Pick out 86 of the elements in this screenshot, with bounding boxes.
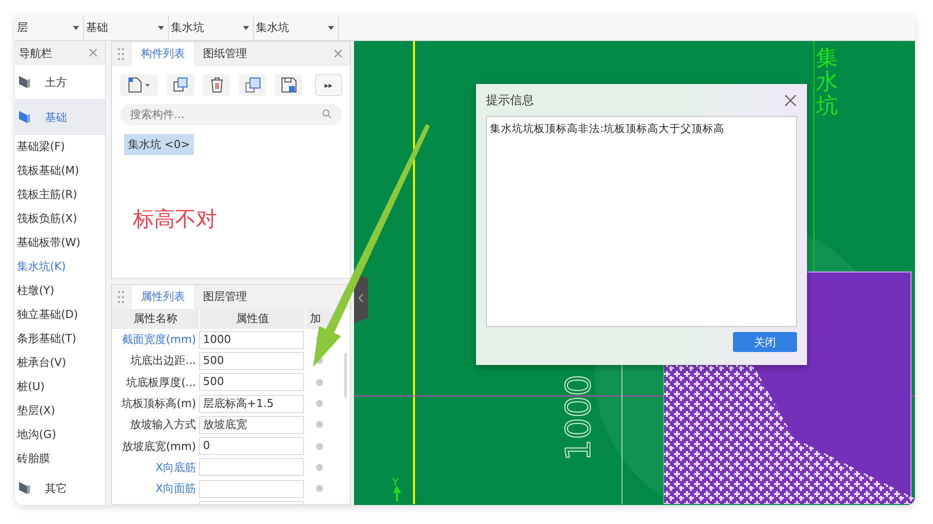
nav-item[interactable]: 条形基础(T) [15,327,105,352]
dimension-text: 1000 [559,374,599,461]
scrollbar[interactable] [344,353,347,398]
value-field[interactable]: 500 [199,373,304,392]
nav-item[interactable]: 筏板负筋(X) [15,207,105,232]
nav-item[interactable]: 砖胎膜 [15,447,105,472]
property-name: X向面筋 [154,481,197,496]
value-field[interactable] [199,458,304,476]
canvas-label: 集水坑 [816,46,838,121]
caret-icon [158,26,164,30]
column-header: 属性值 [200,309,306,329]
column-header: 属性名称 [112,309,200,329]
value-field[interactable]: 1000 [199,330,304,349]
nav-item[interactable]: 地沟(G) [15,423,105,448]
value-field[interactable]: 0 [199,437,304,456]
layer-dropdown[interactable]: 集水坑 [169,15,254,40]
nav-item[interactable]: 桩(U) [15,375,105,400]
caret-icon [145,84,150,86]
message-text: 集水坑坑板顶标高非法:坑板顶标高大于父顶标高 [490,123,725,135]
nav-item[interactable]: 基础梁(F) [15,135,105,160]
property-name: 截面宽度(mm) [120,332,197,348]
layers-icon [244,77,260,93]
dot-icon [316,400,322,408]
layer-dropdown[interactable]: 层 [15,15,84,40]
collapse-handle[interactable] [354,273,368,323]
dot-icon [316,378,322,386]
search-icon [322,109,332,119]
save-icon [280,77,296,93]
y-axis-icon [393,486,401,502]
panel-title: 导航栏 [19,46,52,61]
value-field[interactable]: 层底标高+1.5 [199,394,304,413]
dot-icon [316,442,322,450]
layer-icon [17,74,31,90]
nav-item[interactable]: 筏板基础(M) [15,159,105,184]
dialog-title: 提示信息 [486,92,534,108]
copy-button[interactable] [167,74,194,96]
caret-icon [243,26,249,30]
drag-handle-icon[interactable] [118,291,124,303]
dot-icon [316,421,322,428]
layer-icon [17,109,31,126]
nav-group[interactable]: 土方 [15,65,105,100]
nav-group[interactable]: 基础 [15,99,105,136]
property-name: 坑底出边距... [130,353,197,368]
copy-icon [172,77,188,93]
caret-icon [73,26,79,30]
trash-icon [210,77,224,93]
nav-item[interactable]: 基础板带(W) [15,231,105,256]
caret-icon [328,26,334,30]
value-field[interactable]: 放坡底宽 [199,416,304,434]
component-item[interactable]: 集水坑 <0> [124,134,194,155]
close-icon[interactable] [785,94,796,106]
value-field[interactable] [199,480,304,498]
dot-icon [316,464,322,471]
more-button[interactable]: ▸▸ [315,74,342,96]
nav-group[interactable]: 其它 [15,471,105,505]
value-field[interactable]: 500 [199,352,304,370]
property-name: 放坡输入方式 [129,417,197,432]
dot-icon [316,485,322,492]
panel-tab[interactable]: 图纸管理 [194,42,256,66]
property-name: 坑底板厚度(... [125,374,197,390]
nav-item[interactable]: 筏板主筋(R) [15,183,105,208]
property-name: 放坡底宽(mm) [120,438,197,454]
search-field[interactable]: 搜索构件... [120,104,342,125]
layer-icon [17,480,31,496]
nav-item[interactable]: 垫层(X) [15,399,105,424]
property-name: X向底筋 [154,460,197,475]
panel-tab[interactable]: 图层管理 [194,285,256,309]
panel-tab[interactable]: 构件列表 [132,42,194,66]
drag-handle-icon[interactable] [118,48,124,60]
property-name: 坑板顶标高(m) [120,396,197,412]
nav-item[interactable]: 桩承台(V) [15,351,105,376]
panel-tab[interactable]: 属性列表 [132,285,194,309]
document-icon [128,77,142,93]
nav-item[interactable]: 柱墩(Y) [15,279,105,304]
drawing-canvas[interactable]: 1000 Y 集水坑 提示信息 集水坑坑板顶标高非法:坑板顶标高大于父顶标高 关闭 [354,41,915,505]
nav-item[interactable]: 独立基础(D) [15,303,105,328]
layer-dropdown[interactable]: 集水坑 [254,15,339,40]
copy-layers-button[interactable] [239,74,266,96]
annotation-text: 标高不对 [132,206,218,233]
delete-button[interactable] [203,74,230,96]
close-button[interactable]: 关闭 [733,332,797,352]
save-button[interactable] [275,74,302,96]
layer-dropdown[interactable]: 基础 [84,15,169,40]
nav-item[interactable]: 集水坑(K) [15,255,105,280]
new-button[interactable] [120,74,158,96]
axis-label: Y [392,476,399,489]
